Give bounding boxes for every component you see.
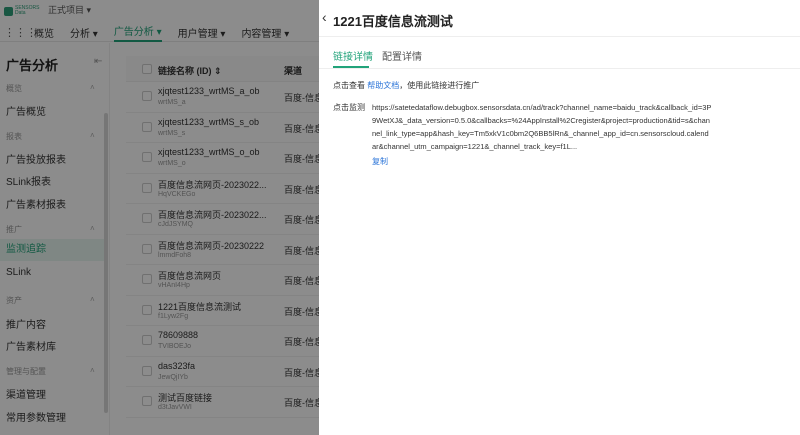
intro-text: 点击查看 帮助文档，使用此链接进行推广 xyxy=(333,80,479,91)
help-doc-link[interactable]: 帮助文档 xyxy=(367,81,399,90)
tab-link-details[interactable]: 链接详情 xyxy=(333,48,373,63)
tab-config-details[interactable]: 配置详情 xyxy=(382,48,422,63)
intro-suffix: ，使用此链接进行推广 xyxy=(399,81,480,90)
monitor-url: https://satetedataflow.debugbox.sensorsd… xyxy=(372,103,712,151)
copy-button[interactable]: 复制 xyxy=(372,156,388,167)
monitor-label: 点击监测 xyxy=(333,103,365,112)
intro-prefix: 点击查看 xyxy=(333,81,365,90)
drawer-title: 1221百度信息流测试 xyxy=(333,14,453,29)
header-divider xyxy=(319,36,800,37)
tabs-divider xyxy=(319,68,800,69)
link-detail-drawer: ‹ 1221百度信息流测试 链接详情 配置详情 点击查看 帮助文档，使用此链接进… xyxy=(319,0,800,435)
back-chevron-icon[interactable]: ‹ xyxy=(322,9,327,25)
